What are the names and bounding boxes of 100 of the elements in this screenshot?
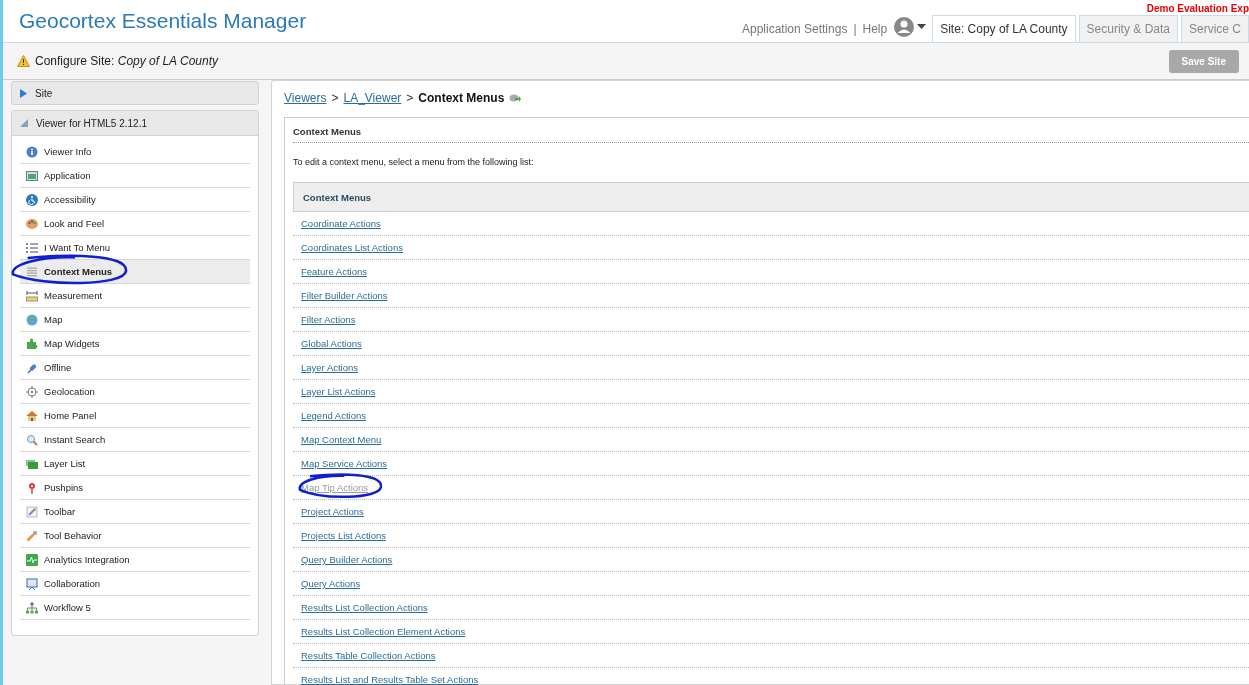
sidebar-item[interactable]: Offline	[20, 356, 250, 380]
header-link[interactable]: Help	[856, 22, 894, 42]
menu-link[interactable]: Global Actions	[301, 338, 362, 349]
item-label: Geolocation	[44, 386, 95, 397]
sidebar-item[interactable]: Measurement	[20, 284, 250, 308]
item-label: Analytics Integration	[44, 554, 130, 565]
sidebar-item[interactable]: Geolocation	[20, 380, 250, 404]
item-label: Offline	[44, 362, 72, 373]
refresh-icon[interactable]	[509, 93, 522, 103]
item-label: Map Widgets	[44, 338, 100, 349]
info-icon	[26, 145, 38, 158]
item-label: Instant Search	[44, 434, 106, 445]
wrench-icon	[26, 505, 38, 518]
sidebar-item[interactable]: Accessibility	[20, 188, 250, 212]
menu-link[interactable]: Results List and Results Table Set Actions	[301, 674, 479, 685]
item-label: Layer List	[44, 458, 86, 469]
menu-link[interactable]: Layer List Actions	[301, 386, 376, 397]
sidebar-item[interactable]: Context Menus	[20, 260, 250, 284]
menu-link[interactable]: Coordinates List Actions	[301, 242, 403, 253]
item-label: Context Menus	[44, 266, 113, 277]
wrench-icon	[26, 529, 38, 542]
menu-link[interactable]: Filter Builder Actions	[301, 290, 388, 301]
item-label: Map	[44, 314, 63, 325]
menu-link[interactable]: Query Builder Actions	[301, 554, 393, 565]
menu-link[interactable]: Query Actions	[301, 578, 361, 589]
breadcrumb-separator: >	[331, 91, 339, 105]
item-label: I Want To Menu	[44, 242, 110, 253]
wheelchair-icon	[26, 193, 38, 206]
header-link[interactable]: Application Settings	[736, 22, 854, 42]
section-header[interactable]: Site	[11, 81, 259, 105]
item-label: Workflow 5	[44, 602, 91, 613]
sidebar-item[interactable]: Map	[20, 308, 250, 332]
house-icon	[26, 409, 38, 422]
section-header[interactable]: Viewer for HTML5 2.12.1	[12, 111, 258, 136]
expand-triangle-icon	[20, 88, 27, 98]
menu-link[interactable]: Project Actions	[301, 506, 364, 517]
sidebar-item[interactable]: Map Widgets	[20, 332, 250, 356]
breadcrumb-link[interactable]: LA_Viewer	[343, 91, 402, 105]
separator: |	[853, 22, 857, 38]
breadcrumb-link[interactable]: Viewers	[284, 91, 327, 105]
item-label: Collaboration	[44, 578, 100, 589]
item-label: Look and Feel	[44, 218, 105, 229]
sidebar-item[interactable]: Pushpins	[20, 476, 250, 500]
nav-tab[interactable]: Security & Data	[1078, 15, 1178, 42]
menu-link[interactable]: Results List Collection Actions	[301, 602, 428, 613]
item-label: Measurement	[44, 290, 103, 301]
table-header: Context Menus	[293, 182, 1249, 212]
analytics-icon	[26, 553, 38, 566]
sidebar-item[interactable]: Home Panel	[20, 404, 250, 428]
hierarchy-icon	[26, 601, 38, 614]
sidebar-item[interactable]: Collaboration	[20, 572, 250, 596]
sidebar-item[interactable]: Workflow 5	[20, 596, 250, 620]
breadcrumb-separator: >	[406, 91, 414, 105]
sidebar-item[interactable]: Analytics Integration	[20, 548, 250, 572]
nav-tab[interactable]: Service C	[1181, 15, 1249, 42]
item-label: Viewer Info	[44, 146, 92, 157]
item-label: Application	[44, 170, 91, 181]
sidebar-item[interactable]: Tool Behavior	[20, 524, 250, 548]
puzzle-icon	[26, 337, 38, 350]
demo-notice: Demo Evaluation Exp	[1146, 3, 1249, 14]
whiteboard-icon	[26, 577, 38, 590]
menu-link[interactable]: Results List Collection Element Actions	[301, 626, 466, 637]
item-label: Accessibility	[44, 194, 96, 205]
sidebar-item[interactable]: Viewer Info	[20, 140, 250, 164]
section-title: Viewer for HTML5 2.12.1	[36, 117, 147, 129]
item-label: Toolbar	[44, 506, 76, 517]
list-icon	[26, 241, 38, 254]
warning-icon	[17, 55, 30, 67]
sidebar-item[interactable]: Layer List	[20, 452, 250, 476]
layers-icon	[26, 457, 38, 470]
app-title: Geocortex Essentials Manager	[18, 9, 307, 34]
menu-link[interactable]: Projects List Actions	[301, 530, 386, 541]
sidebar-item[interactable]: Application	[20, 164, 250, 188]
menu-link[interactable]: Feature Actions	[301, 266, 367, 277]
menu-link[interactable]: Legend Actions	[301, 410, 366, 421]
menu-link[interactable]: Layer Actions	[301, 362, 359, 373]
sidebar-item[interactable]: Look and Feel	[20, 212, 250, 236]
collapse-triangle-icon	[20, 119, 28, 127]
pushpin-icon	[26, 481, 38, 494]
plug-icon	[26, 361, 38, 374]
menu-link[interactable]: Map Context Menu	[301, 434, 382, 445]
search-icon	[26, 433, 38, 446]
configure-site-label: Configure Site: Copy of LA County	[35, 54, 218, 68]
menu-link[interactable]: Results Table Collection Actions	[301, 650, 436, 661]
crosshair-icon	[26, 385, 38, 398]
breadcrumb-current: Context Menus	[418, 91, 505, 105]
sidebar-item[interactable]: Instant Search	[20, 428, 250, 452]
item-label: Home Panel	[44, 410, 97, 421]
item-label: Pushpins	[44, 482, 84, 493]
menu-link[interactable]: Map Service Actions	[301, 458, 388, 469]
menu-link[interactable]: Filter Actions	[301, 314, 356, 325]
window-icon	[26, 169, 38, 182]
menu-link[interactable]: Coordinate Actions	[301, 218, 381, 229]
instructions-text: To edit a context menu, select a menu from the following list:	[293, 157, 535, 167]
item-label: Tool Behavior	[44, 530, 102, 541]
box-title: Context Menus	[293, 126, 1249, 143]
ruler-icon	[26, 289, 38, 302]
sidebar-item[interactable]: Toolbar	[20, 500, 250, 524]
nav-tab[interactable]: Site: Copy of LA County	[932, 15, 1076, 42]
section-title: Site	[35, 87, 53, 99]
